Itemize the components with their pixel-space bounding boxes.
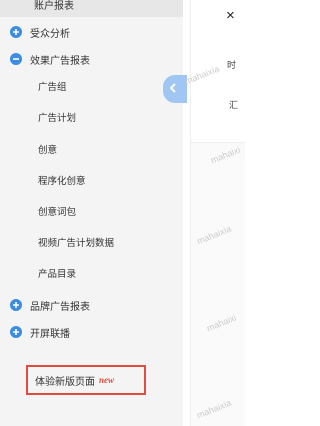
sidebar-item-creative-word-package[interactable]: 创意词包 (38, 206, 76, 220)
sidebar-group-audience[interactable]: 受众分析 (10, 25, 70, 40)
content-label-time: 时 (227, 60, 237, 70)
sidebar-item-video-ad-plan-data[interactable]: 视频广告计划数据 (38, 237, 114, 251)
try-new-page-label: 体验新版页面 (35, 376, 95, 388)
content-label-summary: 汇 (229, 100, 239, 110)
sidebar-group-label: 开屏联播 (30, 328, 70, 340)
sidebar-item-product-catalog[interactable]: 产品目录 (38, 268, 76, 282)
sidebar-group-splash[interactable]: 开屏联播 (10, 325, 70, 340)
try-new-page-link[interactable]: 体验新版页面 new (26, 365, 146, 395)
sidebar-item-ad-plan[interactable]: 广告计划 (38, 112, 76, 126)
close-icon[interactable]: × (226, 8, 235, 23)
chevron-left-icon (169, 82, 177, 96)
expand-plus-icon[interactable] (10, 26, 22, 38)
sidebar-group-effect-report[interactable]: 效果广告报表 (10, 52, 90, 67)
collapse-minus-icon[interactable] (10, 53, 22, 65)
sidebar-item-ad-group[interactable]: 广告组 (38, 81, 67, 95)
sidebar-group-label: 效果广告报表 (30, 55, 90, 67)
expand-plus-icon[interactable] (10, 326, 22, 338)
new-badge: new (99, 375, 115, 385)
content-panel (191, 142, 245, 426)
sidebar-group-label: 受众分析 (30, 28, 70, 40)
sidebar-item-account-report-label: 账户报表 (34, 1, 74, 12)
sidebar-item-account-report[interactable]: 账户报表 (0, 0, 183, 17)
sidebar-group-label: 品牌广告报表 (30, 301, 90, 313)
sidebar-group-brand-report[interactable]: 品牌广告报表 (10, 298, 90, 313)
sidebar-item-creative[interactable]: 创意 (38, 144, 57, 158)
sidebar-item-programmatic-creative[interactable]: 程序化创意 (38, 175, 86, 189)
sidebar: 账户报表 受众分析 效果广告报表 广告组 广告计划 创意 程序化创意 创意词包 … (0, 0, 183, 426)
expand-plus-icon[interactable] (10, 299, 22, 311)
